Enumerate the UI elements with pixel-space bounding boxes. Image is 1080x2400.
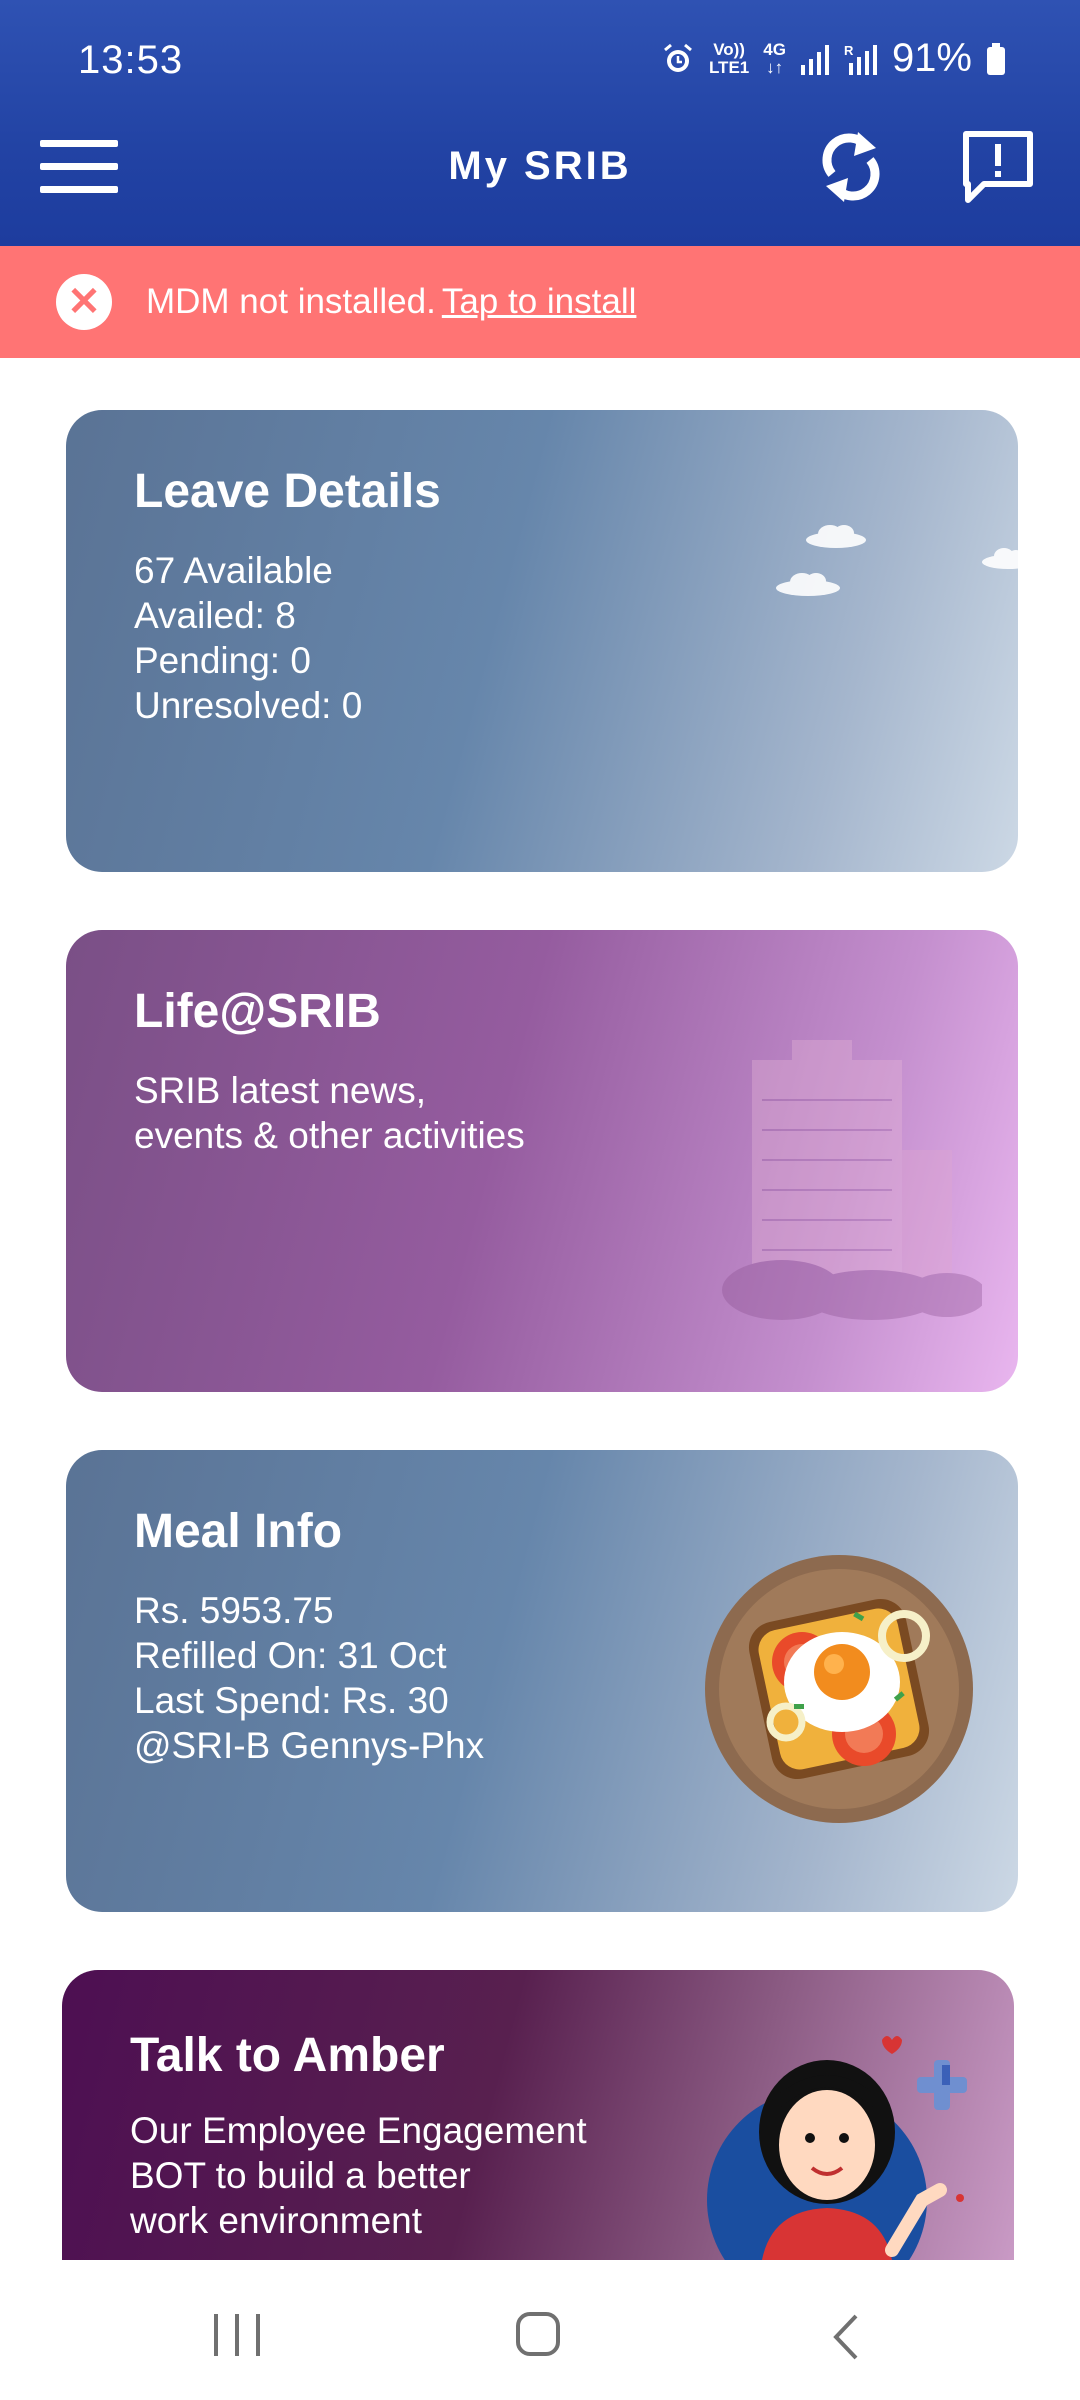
install-link[interactable]: Tap to install (442, 282, 637, 321)
talk-to-amber-card[interactable]: Talk to Amber Our Employee Engagement BO… (62, 1970, 1014, 2260)
banner-message: MDM not installed. (146, 282, 436, 321)
card-title: Life@SRIB (134, 985, 381, 1038)
system-nav-bar (0, 2262, 1080, 2400)
amber-bot-illustration (707, 2036, 967, 2260)
life-srib-card[interactable]: Life@SRIB SRIB latest news, events & oth… (66, 930, 1018, 1392)
card-line: work environment (130, 2200, 423, 2241)
mdm-warning-banner[interactable]: ✕ MDM not installed. Tap to install (0, 246, 1080, 358)
meal-balance: Rs. 5953.75 (134, 1590, 334, 1631)
card-line: BOT to build a better (130, 2155, 471, 2196)
sync-icon[interactable] (814, 124, 888, 210)
status-icons: Vo)) LTE1 4G ↓↑ R 91% (661, 36, 1006, 81)
meal-last-spend: Last Spend: Rs. 30 (134, 1680, 449, 1721)
clouds-illustration (776, 525, 1018, 596)
app-bar: 13:53 Vo)) LTE1 4G ↓↑ R 91% My SRIB (0, 0, 1080, 246)
leave-pending: Pending: 0 (134, 640, 311, 681)
building-illustration (722, 1040, 982, 1320)
card-body: Our Employee Engagement BOT to build a b… (130, 2108, 587, 2243)
card-body: 67 Available Availed: 8 Pending: 0 Unres… (134, 548, 362, 728)
battery-percent: 91% (891, 36, 972, 80)
home-icon[interactable] (516, 2312, 560, 2356)
recent-apps-icon[interactable] (214, 2314, 260, 2356)
card-title: Leave Details (134, 465, 441, 518)
leave-available: 67 Available (134, 550, 333, 591)
meal-location: @SRI-B Gennys-Phx (134, 1725, 485, 1766)
page-title: My SRIB (448, 144, 632, 188)
card-body: Rs. 5953.75 Refilled On: 31 Oct Last Spe… (134, 1588, 484, 1768)
feedback-icon[interactable] (960, 128, 1036, 208)
card-line: Our Employee Engagement (130, 2110, 587, 2151)
leave-unresolved: Unresolved: 0 (134, 685, 363, 726)
network-type: 4G ↓↑ (763, 39, 786, 77)
card-line: events & other activities (134, 1115, 525, 1156)
card-title: Talk to Amber (130, 2029, 445, 2082)
leave-details-card[interactable]: Leave Details 67 Available Availed: 8 Pe… (66, 410, 1018, 872)
svg-text:R: R (844, 43, 854, 58)
close-circle-icon: ✕ (56, 274, 112, 330)
meal-info-card[interactable]: Meal Info Rs. 5953.75 Refilled On: 31 Oc… (66, 1450, 1018, 1912)
signal-icon (800, 44, 829, 75)
meal-refilled: Refilled On: 31 Oct (134, 1635, 447, 1676)
card-line: SRIB latest news, (134, 1070, 427, 1111)
toolbar: My SRIB (0, 122, 1080, 246)
card-body: SRIB latest news, events & other activit… (134, 1068, 525, 1158)
back-icon[interactable] (826, 2312, 866, 2362)
alarm-icon (663, 43, 692, 72)
battery-icon (987, 42, 1005, 75)
volte-indicator: Vo)) LTE1 (708, 39, 750, 77)
meal-plate-illustration (705, 1555, 973, 1823)
status-time: 13:53 (78, 38, 184, 82)
status-bar: 13:53 Vo)) LTE1 4G ↓↑ R 91% (0, 0, 1080, 122)
card-title: Meal Info (134, 1505, 343, 1558)
signal-roaming-icon: R (844, 43, 877, 75)
leave-availed: Availed: 8 (134, 595, 296, 636)
